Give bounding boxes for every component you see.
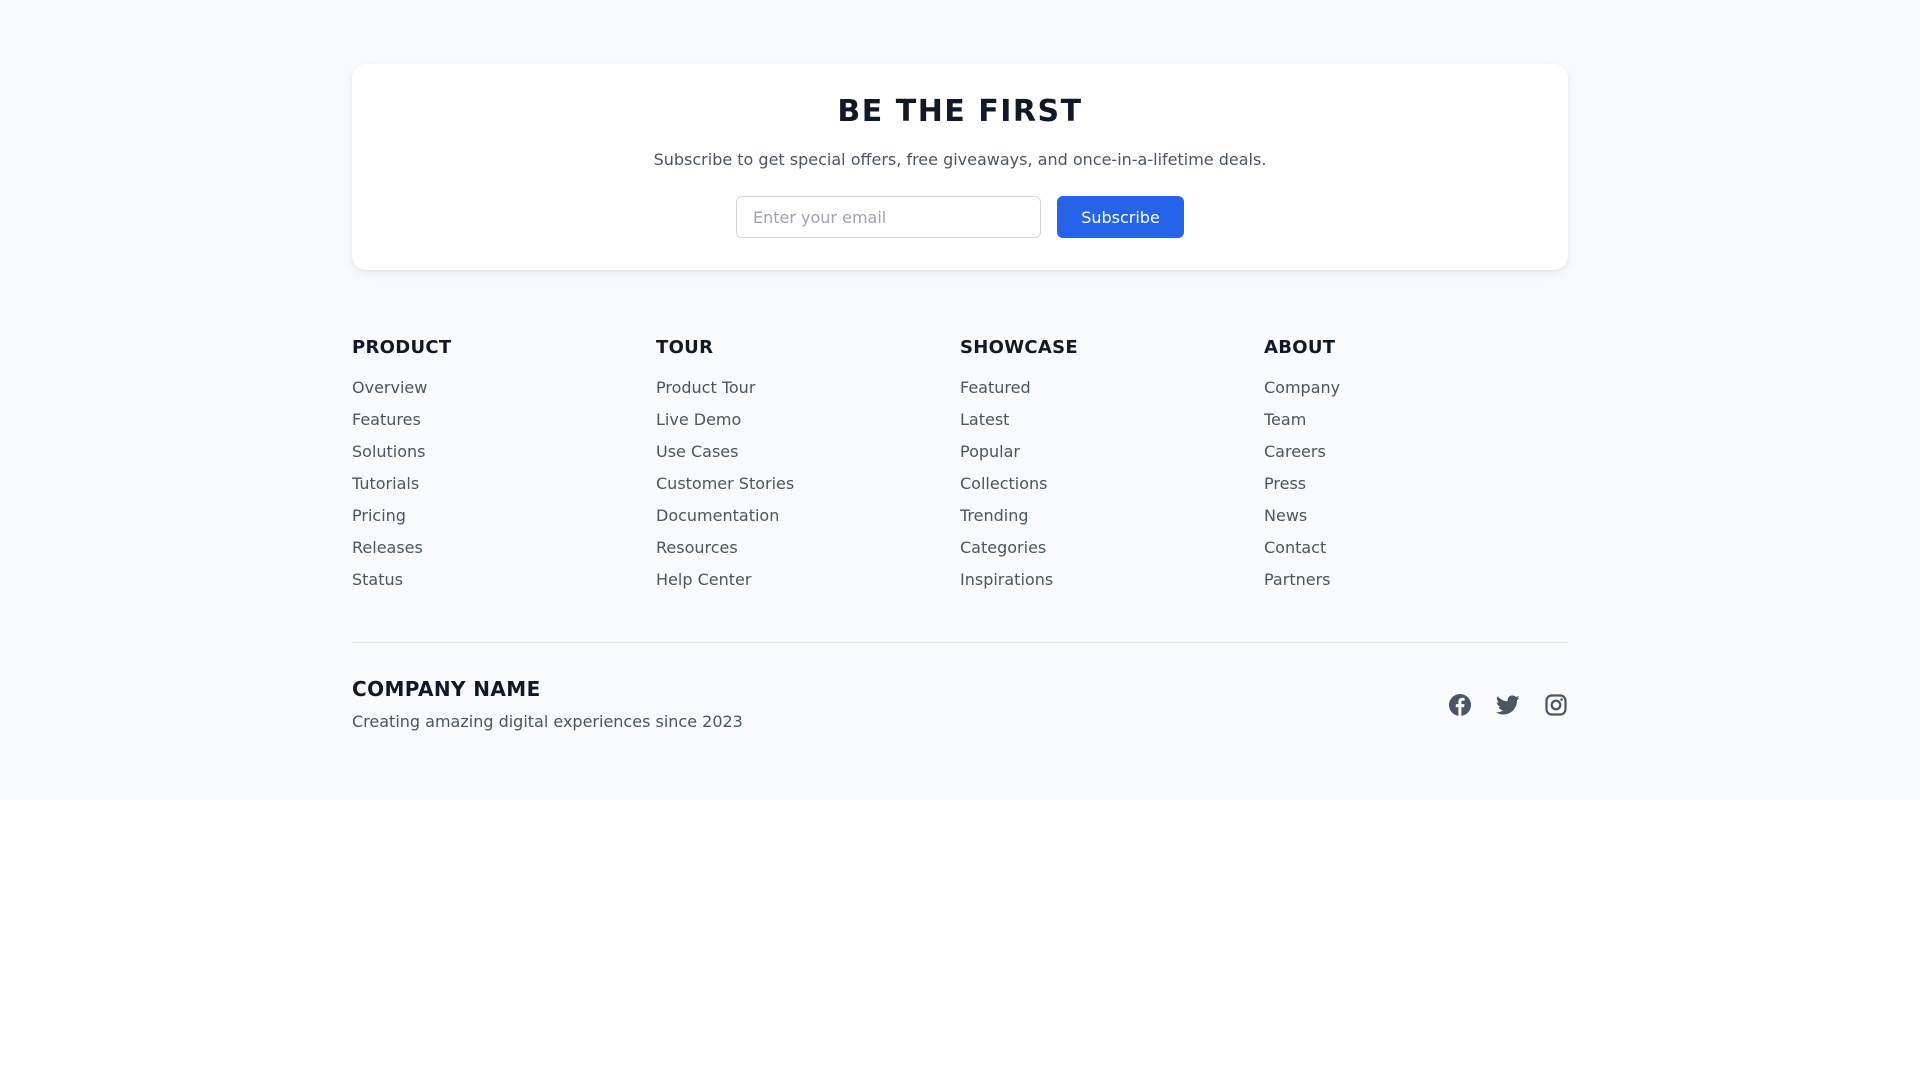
footer-link[interactable]: News [1264, 506, 1307, 525]
list-item: Latest [960, 410, 1264, 442]
list-item: Inspirations [960, 570, 1264, 602]
list-item: Popular [960, 442, 1264, 474]
footer-link[interactable]: Team [1264, 410, 1306, 429]
list-item: News [1264, 506, 1568, 538]
list-item: Solutions [352, 442, 656, 474]
list-item: Pricing [352, 506, 656, 538]
footer-link[interactable]: Status [352, 570, 403, 589]
footer-link[interactable]: Product Tour [656, 378, 755, 397]
newsletter-subtitle: Subscribe to get special offers, free gi… [653, 150, 1267, 169]
footer-link[interactable]: Categories [960, 538, 1046, 557]
list-item: Categories [960, 538, 1264, 570]
footer-link[interactable]: Live Demo [656, 410, 741, 429]
footer-column-about: ABOUT Company Team Careers Press News Co… [1264, 336, 1568, 602]
list-item: Collections [960, 474, 1264, 506]
newsletter-title: BE THE FIRST [837, 94, 1083, 129]
list-item: Live Demo [656, 410, 960, 442]
twitter-icon [1496, 695, 1520, 715]
footer-link[interactable]: Documentation [656, 506, 779, 525]
list-item: Product Tour [656, 378, 960, 410]
newsletter-card: BE THE FIRST Subscribe to get special of… [352, 64, 1568, 270]
footer-link[interactable]: Solutions [352, 442, 426, 461]
column-title: PRODUCT [352, 337, 452, 358]
site-footer: BE THE FIRST Subscribe to get special of… [0, 0, 1920, 800]
instagram-link[interactable] [1544, 693, 1568, 717]
footer-link[interactable]: Press [1264, 474, 1306, 493]
list-item: Status [352, 570, 656, 602]
list-item: Releases [352, 538, 656, 570]
instagram-icon [1545, 694, 1567, 716]
column-title: ABOUT [1264, 337, 1336, 358]
footer-column-showcase: SHOWCASE Featured Latest Popular Collect… [960, 336, 1264, 602]
list-item: Help Center [656, 570, 960, 602]
facebook-icon [1449, 694, 1471, 716]
list-item: Featured [960, 378, 1264, 410]
footer-link[interactable]: Resources [656, 538, 738, 557]
footer-link[interactable]: Customer Stories [656, 474, 794, 493]
list-item: Use Cases [656, 442, 960, 474]
company-tagline: Creating amazing digital experiences sin… [352, 712, 743, 731]
list-item: Documentation [656, 506, 960, 538]
link-list: Company Team Careers Press News Contact … [1264, 378, 1568, 602]
footer-divider [352, 642, 1568, 643]
subscribe-button[interactable]: Subscribe [1057, 196, 1184, 238]
list-item: Features [352, 410, 656, 442]
list-item: Press [1264, 474, 1568, 506]
footer-link[interactable]: Help Center [656, 570, 751, 589]
link-list: Product Tour Live Demo Use Cases Custome… [656, 378, 960, 602]
footer-link[interactable]: Company [1264, 378, 1340, 397]
footer-link[interactable]: Pricing [352, 506, 406, 525]
email-input[interactable] [736, 196, 1041, 238]
list-item: Careers [1264, 442, 1568, 474]
footer-link[interactable]: Tutorials [352, 474, 419, 493]
footer-link[interactable]: Collections [960, 474, 1047, 493]
list-item: Partners [1264, 570, 1568, 602]
column-title: TOUR [656, 337, 714, 358]
list-item: Company [1264, 378, 1568, 410]
footer-link[interactable]: Trending [960, 506, 1029, 525]
link-list: Featured Latest Popular Collections Tren… [960, 378, 1264, 602]
list-item: Customer Stories [656, 474, 960, 506]
list-item: Team [1264, 410, 1568, 442]
footer-link[interactable]: Features [352, 410, 421, 429]
footer-link[interactable]: Inspirations [960, 570, 1053, 589]
link-list: Overview Features Solutions Tutorials Pr… [352, 378, 656, 602]
footer-link[interactable]: Popular [960, 442, 1020, 461]
footer-link[interactable]: Releases [352, 538, 423, 557]
company-name: COMPANY NAME [352, 677, 541, 701]
footer-link-columns: PRODUCT Overview Features Solutions Tuto… [352, 336, 1568, 602]
footer-column-tour: TOUR Product Tour Live Demo Use Cases Cu… [656, 336, 960, 602]
footer-link[interactable]: Partners [1264, 570, 1330, 589]
list-item: Tutorials [352, 474, 656, 506]
footer-column-product: PRODUCT Overview Features Solutions Tuto… [352, 336, 656, 602]
newsletter-form: Subscribe [352, 196, 1568, 238]
list-item: Overview [352, 378, 656, 410]
footer-link[interactable]: Overview [352, 378, 427, 397]
social-links [1448, 693, 1568, 717]
list-item: Resources [656, 538, 960, 570]
twitter-link[interactable] [1496, 693, 1520, 717]
footer-link[interactable]: Contact [1264, 538, 1326, 557]
footer-link[interactable]: Featured [960, 378, 1031, 397]
list-item: Trending [960, 506, 1264, 538]
column-title: SHOWCASE [960, 337, 1078, 358]
footer-link[interactable]: Use Cases [656, 442, 738, 461]
facebook-link[interactable] [1448, 693, 1472, 717]
footer-link[interactable]: Latest [960, 410, 1009, 429]
list-item: Contact [1264, 538, 1568, 570]
footer-link[interactable]: Careers [1264, 442, 1326, 461]
